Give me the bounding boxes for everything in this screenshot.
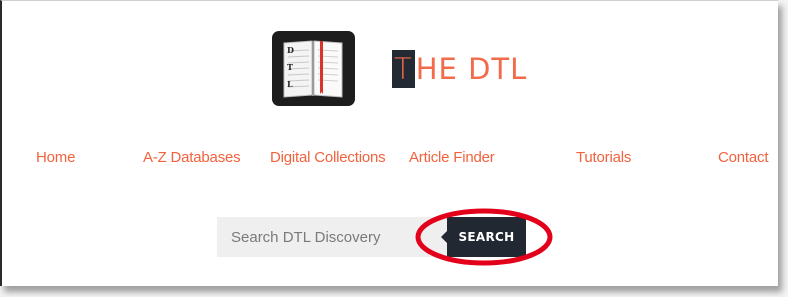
site-title[interactable]: T HE DTL: [392, 50, 527, 88]
nav-a-z-databases[interactable]: A-Z Databases: [143, 149, 241, 166]
nav-tutorials[interactable]: Tutorials: [576, 149, 631, 166]
search-button[interactable]: SEARCH: [441, 217, 526, 257]
nav-home[interactable]: Home: [36, 149, 75, 166]
nav-contact[interactable]: Contact: [718, 149, 768, 166]
nav-article-finder[interactable]: Article Finder: [409, 149, 495, 166]
browser-viewport: D T L T HE DTL Home A-Z Databases Digita…: [0, 0, 778, 286]
logo-letter-t: T: [287, 62, 293, 72]
site-title-first-letter: T: [392, 50, 415, 88]
search-input[interactable]: [217, 217, 447, 257]
site-title-rest: HE DTL: [415, 52, 528, 86]
logo-letter-l: L: [287, 79, 293, 89]
logo-letter-d: D: [287, 45, 294, 55]
open-book-icon: D T L: [283, 40, 343, 98]
nav-digital-collections[interactable]: Digital Collections: [270, 149, 386, 166]
main-navigation: Home A-Z Databases Digital Collections A…: [2, 149, 788, 169]
page-background: D T L T HE DTL Home A-Z Databases Digita…: [0, 0, 788, 297]
dtl-logo-icon[interactable]: D T L: [272, 31, 355, 106]
